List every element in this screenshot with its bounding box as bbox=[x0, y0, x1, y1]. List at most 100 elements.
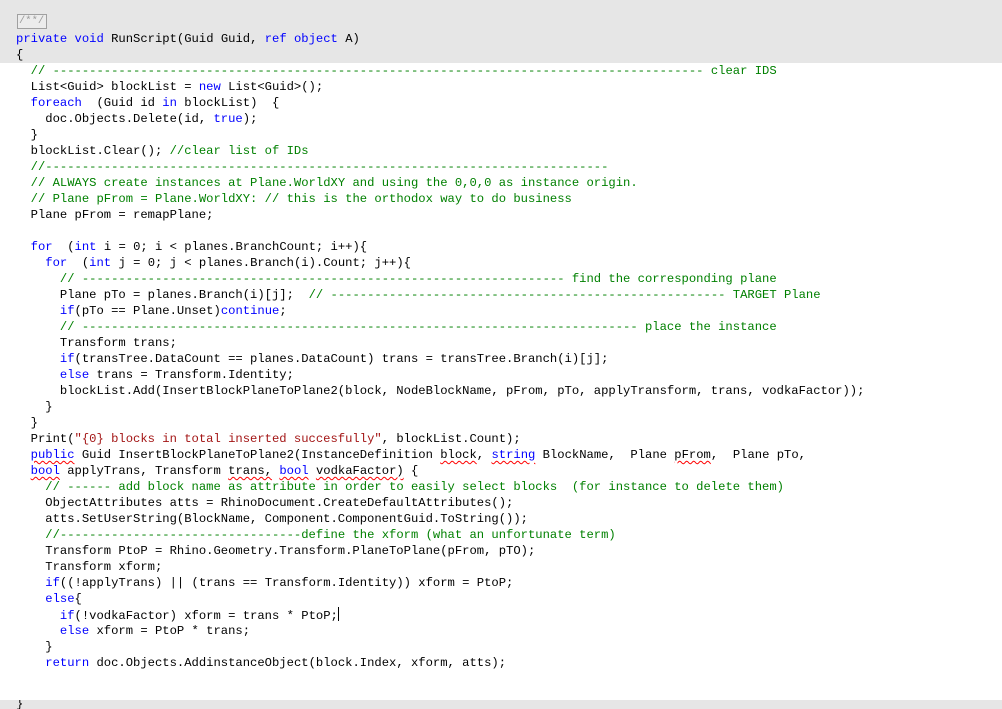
code-line[interactable]: atts.SetUserString(BlockName, Component.… bbox=[16, 511, 528, 527]
code-comment: // ALWAYS create instances at Plane.Worl… bbox=[30, 176, 638, 190]
code-line[interactable]: Plane pFrom = remapPlane; bbox=[16, 207, 214, 223]
code-text: xform = PtoP * trans; bbox=[89, 624, 251, 638]
code-text: blockList.Add(InsertBlockPlaneToPlane2(b… bbox=[16, 384, 865, 398]
spellcheck-mark: vodkaFactor) bbox=[315, 464, 404, 478]
code-keyword: return bbox=[45, 656, 90, 670]
code-keyword: string bbox=[491, 448, 535, 462]
code-line[interactable]: Plane pTo = planes.Branch(i)[j]; // ----… bbox=[16, 287, 821, 303]
code-comment: //---------------------------------defin… bbox=[45, 528, 616, 542]
code-line[interactable]: else{ bbox=[16, 591, 82, 607]
code-line[interactable]: // ------ add block name as attribute in… bbox=[16, 479, 784, 495]
code-line[interactable]: if(transTree.DataCount == planes.DataCou… bbox=[16, 351, 609, 367]
code-text: List<Guid>(); bbox=[220, 80, 324, 94]
code-line[interactable]: blockList.Clear(); //clear list of IDs bbox=[16, 143, 309, 159]
code-comment: // -------------------------------------… bbox=[308, 288, 821, 302]
code-line[interactable]: for (int i = 0; i < planes.BranchCount; … bbox=[16, 239, 367, 255]
code-comment: //--------------------------------------… bbox=[30, 160, 609, 174]
code-keyword: new bbox=[198, 80, 221, 94]
code-line[interactable]: blockList.Add(InsertBlockPlaneToPlane2(b… bbox=[16, 383, 865, 399]
method-signature: private void RunScript(Guid Guid, ref ob… bbox=[16, 32, 360, 46]
code-text: ObjectAttributes atts = RhinoDocument.Cr… bbox=[16, 496, 514, 510]
fold-toggle[interactable]: /**/ bbox=[17, 14, 47, 29]
code-line[interactable]: if(!vodkaFactor) xform = trans * PtoP; bbox=[16, 607, 339, 623]
spellcheck-mark: pFrom bbox=[674, 448, 711, 462]
script-footer: } bbox=[0, 700, 1002, 709]
code-line[interactable]: // -------------------------------------… bbox=[16, 271, 777, 287]
spellcheck-mark: trans, bbox=[228, 464, 273, 478]
code-keyword: for bbox=[45, 256, 68, 270]
code-keyword: if bbox=[59, 352, 75, 366]
code-text: ( bbox=[52, 240, 75, 254]
code-text: } bbox=[16, 128, 38, 142]
code-line[interactable]: Print("{0} blocks in total inserted succ… bbox=[16, 431, 521, 447]
code-text: Print( bbox=[16, 432, 75, 446]
script-header: /**/ private void RunScript(Guid Guid, r… bbox=[0, 0, 1002, 63]
code-line[interactable]: if((!applyTrans) || (trans == Transform.… bbox=[16, 575, 513, 591]
code-line[interactable]: //--------------------------------------… bbox=[16, 159, 609, 175]
code-comment: // Plane pFrom = Plane.WorldXY: // this … bbox=[30, 192, 572, 206]
code-line[interactable]: // Plane pFrom = Plane.WorldXY: // this … bbox=[16, 191, 572, 207]
code-line[interactable]: Transform trans; bbox=[16, 335, 177, 351]
code-line[interactable]: for (int j = 0; j < planes.Branch(i).Cou… bbox=[16, 255, 411, 271]
code-line[interactable]: // -------------------------------------… bbox=[16, 63, 777, 79]
code-line[interactable]: Transform PtoP = Rhino.Geometry.Transfor… bbox=[16, 543, 535, 559]
code-line[interactable]: else xform = PtoP * trans; bbox=[16, 623, 250, 639]
code-line[interactable]: else trans = Transform.Identity; bbox=[16, 367, 294, 383]
code-line[interactable]: ObjectAttributes atts = RhinoDocument.Cr… bbox=[16, 495, 513, 511]
code-text: Transform xform; bbox=[16, 560, 163, 574]
code-text: trans = Transform.Identity; bbox=[89, 368, 294, 382]
code-text: , blockList.Count); bbox=[381, 432, 521, 446]
code-keyword: continue bbox=[220, 304, 280, 318]
code-keyword: foreach bbox=[30, 96, 82, 110]
code-text: ( bbox=[67, 256, 90, 270]
text-cursor bbox=[337, 607, 339, 621]
code-keyword: public bbox=[31, 448, 75, 462]
code-line[interactable]: } bbox=[16, 127, 38, 143]
code-comment: //clear list of IDs bbox=[169, 144, 309, 158]
code-text: Transform trans; bbox=[16, 336, 177, 350]
code-comment: // -------------------------------------… bbox=[59, 272, 777, 286]
code-keyword: bool bbox=[279, 464, 308, 478]
code-text: doc.Objects.Delete(id, bbox=[16, 112, 214, 126]
code-line[interactable]: Transform xform; bbox=[16, 559, 162, 575]
code-text: (Guid id bbox=[81, 96, 163, 110]
code-text: } bbox=[16, 400, 53, 414]
code-comment: // -------------------------------------… bbox=[59, 320, 777, 334]
closing-brace: } bbox=[16, 700, 24, 709]
code-text: applyTrans, Transform trans, bbox=[59, 464, 273, 478]
code-line[interactable]: //---------------------------------defin… bbox=[16, 527, 616, 543]
code-line[interactable]: } bbox=[16, 639, 52, 655]
code-line[interactable]: foreach (Guid id in blockList) { bbox=[16, 95, 280, 111]
code-line[interactable]: public Guid InsertBlockPlaneToPlane2(Ins… bbox=[16, 447, 806, 463]
code-line[interactable]: doc.Objects.Delete(id, true); bbox=[16, 111, 257, 127]
code-text: i = 0; i < planes.BranchCount; i++){ bbox=[96, 240, 368, 254]
code-line[interactable]: } bbox=[16, 415, 38, 431]
code-keyword: if bbox=[59, 609, 75, 623]
code-comment: // ------ add block name as attribute in… bbox=[45, 480, 784, 494]
code-text: (!vodkaFactor) xform = trans * PtoP; bbox=[74, 609, 338, 623]
spellcheck-mark: block bbox=[440, 448, 477, 462]
code-comment: // -------------------------------------… bbox=[30, 64, 777, 78]
spellcheck-mark: string bbox=[491, 448, 536, 462]
code-line[interactable]: } bbox=[16, 399, 53, 415]
code-line[interactable]: List<Guid> blockList = new List<Guid>(); bbox=[16, 79, 324, 95]
code-line[interactable]: bool applyTrans, Transform trans, bool v… bbox=[16, 463, 419, 479]
code-text: doc.Objects.AddinstanceObject(block.Inde… bbox=[89, 656, 507, 670]
code-line[interactable]: if(pTo == Plane.Unset)continue; bbox=[16, 303, 287, 319]
code-line[interactable]: // ALWAYS create instances at Plane.Worl… bbox=[16, 175, 638, 191]
code-keyword: else bbox=[59, 624, 90, 638]
code-line[interactable]: return doc.Objects.AddinstanceObject(blo… bbox=[16, 655, 506, 671]
code-text: Guid InsertBlockPlaneToPlane2(InstanceDe… bbox=[74, 448, 492, 462]
spellcheck-mark: bool bbox=[279, 464, 309, 478]
code-line[interactable]: // -------------------------------------… bbox=[16, 319, 777, 335]
